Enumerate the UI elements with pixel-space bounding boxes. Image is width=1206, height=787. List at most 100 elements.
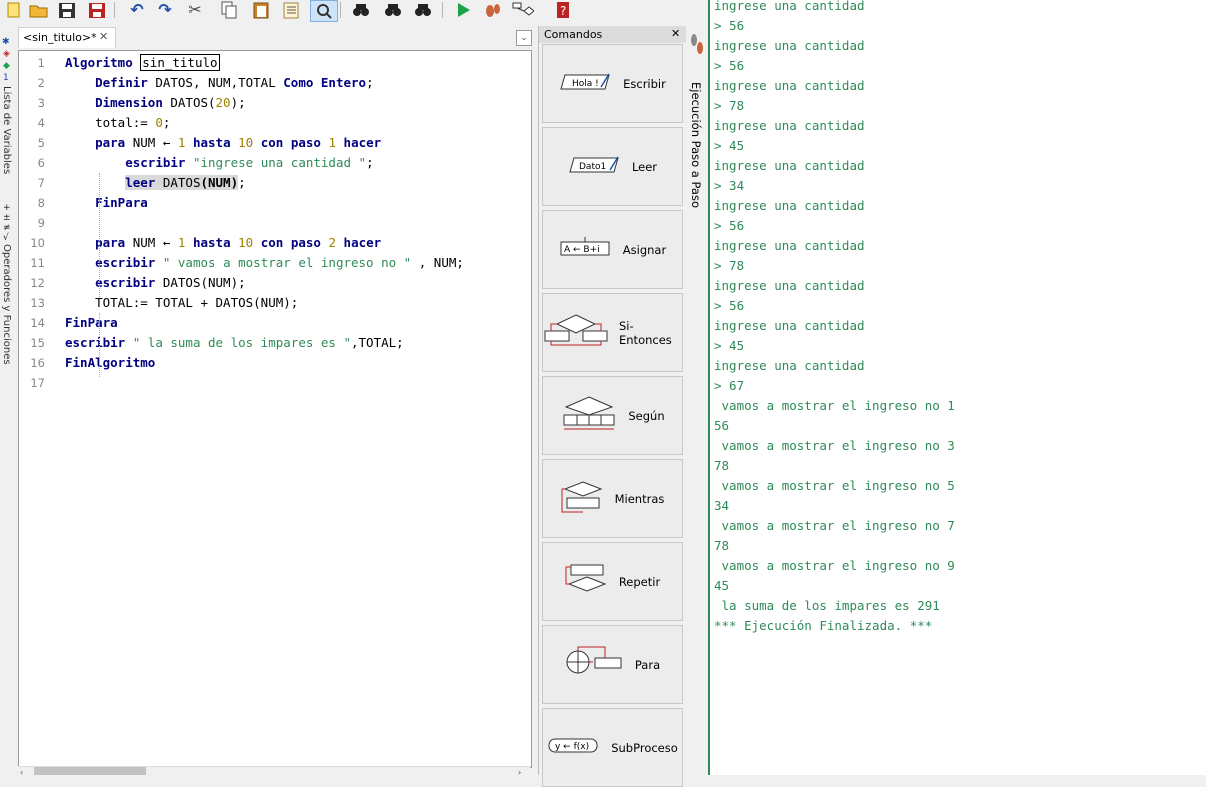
operators-functions-tab[interactable]: Operadores y Funciones — [1, 244, 12, 365]
close-tab-icon[interactable]: ✕ — [99, 30, 108, 43]
console-line: > 45 — [714, 338, 745, 353]
command-para-button[interactable]: Para — [542, 625, 683, 704]
scroll-left-icon[interactable]: ‹ — [20, 768, 23, 777]
code-line[interactable]: 5 para NUM ← 1 hasta 10 con paso 1 hacer — [19, 133, 529, 153]
svg-text:?: ? — [560, 4, 566, 18]
code-line[interactable]: 13 TOTAL:= TOTAL + DATOS(NUM); — [19, 293, 529, 313]
scrollbar-thumb[interactable] — [34, 767, 146, 775]
keyword-token: hacer — [343, 135, 382, 150]
code-token: , NUM; — [411, 255, 464, 270]
keyword-token: hasta — [192, 135, 231, 150]
command-label: SubProceso — [611, 740, 678, 755]
cut-icon[interactable]: ✂ — [182, 0, 208, 20]
keyword-token: con paso — [260, 235, 321, 250]
command-mientras-button[interactable]: Mientras — [542, 459, 683, 538]
command-label: Si-Entonces — [619, 318, 672, 347]
save-icon[interactable] — [54, 0, 80, 20]
new-icon[interactable] — [0, 0, 26, 20]
code-line[interactable]: 3 Dimension DATOS(20); — [19, 93, 529, 113]
console-line: ingrese una cantidad — [714, 78, 865, 93]
code-line[interactable]: 14 FinPara — [19, 313, 529, 333]
undo-icon[interactable]: ↶ — [124, 0, 150, 20]
step-execution-tab[interactable]: Ejecución Paso a Paso — [686, 26, 708, 775]
save-as-icon[interactable] — [84, 0, 110, 20]
command-repetir-button[interactable]: Repetir — [542, 542, 683, 621]
find-replace-icon[interactable] — [310, 0, 338, 22]
code-line[interactable]: 9 — [19, 213, 529, 233]
find-prev-icon[interactable] — [410, 0, 436, 20]
line-number: 5 — [37, 136, 45, 150]
keyword-token: escribir — [95, 275, 156, 290]
variables-list-tab[interactable]: Lista de Variables — [1, 86, 12, 174]
keyword-token: Dimension — [95, 95, 163, 110]
flowchart-icon[interactable] — [510, 0, 536, 20]
search-icon[interactable] — [348, 0, 374, 20]
code-line[interactable]: 6 escribir "ingrese una cantidad "; — [19, 153, 529, 173]
chevron-down-icon[interactable]: ⌄ — [516, 30, 532, 46]
line-number: 7 — [37, 176, 45, 190]
code-editor[interactable]: 1 Algoritmo sin_titulo 2 Definir DATOS, NU… — [18, 50, 532, 768]
console-line: vamos a mostrar el ingreso no 9 — [714, 558, 955, 573]
console-line: > 56 — [714, 298, 745, 313]
line-code: Definir DATOS, NUM,TOTAL Como Entero; — [65, 73, 373, 93]
line-number: 11 — [30, 256, 45, 270]
command-asignar-button[interactable]: A ← B+i Asignar — [542, 210, 683, 289]
command-subproceso-button[interactable]: y ← f(x) SubProceso — [542, 708, 683, 787]
paste-icon[interactable] — [248, 0, 274, 20]
run-icon[interactable] — [450, 0, 476, 20]
svg-text:y ← f(x): y ← f(x) — [555, 742, 589, 752]
console-line: 78 — [714, 538, 730, 553]
code-line[interactable]: 4 total:= 0; — [19, 113, 529, 133]
segun-icon — [560, 395, 618, 436]
code-line[interactable]: 7 leer DATOS(NUM); — [19, 173, 529, 193]
execution-console[interactable]: ingrese una cantidad > 56 ingrese una cant… — [708, 0, 1206, 775]
scroll-right-icon[interactable]: › — [518, 768, 521, 777]
command-segun-button[interactable]: Según — [542, 376, 683, 455]
command-escribir-button[interactable]: Hola ! Escribir — [542, 44, 683, 123]
copy-icon[interactable] — [216, 0, 242, 20]
code-line[interactable]: 2 Definir DATOS, NUM,TOTAL Como Entero; — [19, 73, 529, 93]
asignar-icon: A ← B+i — [559, 237, 613, 262]
command-si-entonces-button[interactable]: Si-Entonces — [542, 293, 683, 372]
code-line[interactable]: 8 FinPara — [19, 193, 529, 213]
line-code: escribir " la suma de los impares es ",T… — [65, 333, 404, 353]
console-line: > 67 — [714, 378, 745, 393]
keyword-token: Como — [283, 75, 314, 90]
operators-icon[interactable]: + ± ≠ √ — [1, 200, 15, 243]
code-line[interactable]: 1 Algoritmo sin_titulo — [19, 53, 529, 73]
code-token: ; — [162, 115, 171, 130]
line-code: para NUM ← 1 hasta 10 con paso 2 hacer — [65, 233, 381, 253]
close-panel-icon[interactable]: ✕ — [671, 27, 680, 40]
command-leer-button[interactable]: Dato1 Leer — [542, 127, 683, 206]
code-line[interactable]: 11 escribir " vamos a mostrar el ingreso… — [19, 253, 529, 273]
code-line[interactable]: 10 para NUM ← 1 hasta 10 con paso 2 hace… — [19, 233, 529, 253]
console-line: *** Ejecución Finalizada. *** — [714, 618, 933, 633]
svg-text:1: 1 — [3, 73, 9, 83]
help-icon[interactable]: ? — [550, 0, 576, 20]
code-line[interactable]: 15 escribir " la suma de los impares es "… — [19, 333, 529, 353]
code-token: (NUM) — [200, 175, 239, 190]
indent-icon[interactable] — [278, 0, 304, 20]
code-line[interactable]: 17 — [19, 373, 529, 393]
keyword-token: FinAlgoritmo — [65, 355, 156, 370]
tab-sin-titulo[interactable]: <sin_titulo>* ✕ — [18, 27, 116, 48]
code-line[interactable]: 12 escribir DATOS(NUM); — [19, 273, 529, 293]
open-icon[interactable] — [26, 0, 52, 20]
redo-icon[interactable]: ↷ — [152, 0, 178, 20]
variables-icon[interactable]: ✱ ◈ ◆ 1 — [1, 34, 15, 84]
command-label: Mientras — [614, 491, 665, 506]
repetir-icon — [565, 563, 609, 600]
code-line[interactable]: 16 FinAlgoritmo — [19, 353, 529, 373]
console-line: ingrese una cantidad — [714, 198, 865, 213]
find-next-icon[interactable] — [380, 0, 406, 20]
step-execution-label: Ejecución Paso a Paso — [689, 82, 703, 208]
line-code: Dimension DATOS(20); — [65, 93, 246, 113]
step-icon[interactable] — [480, 0, 506, 20]
